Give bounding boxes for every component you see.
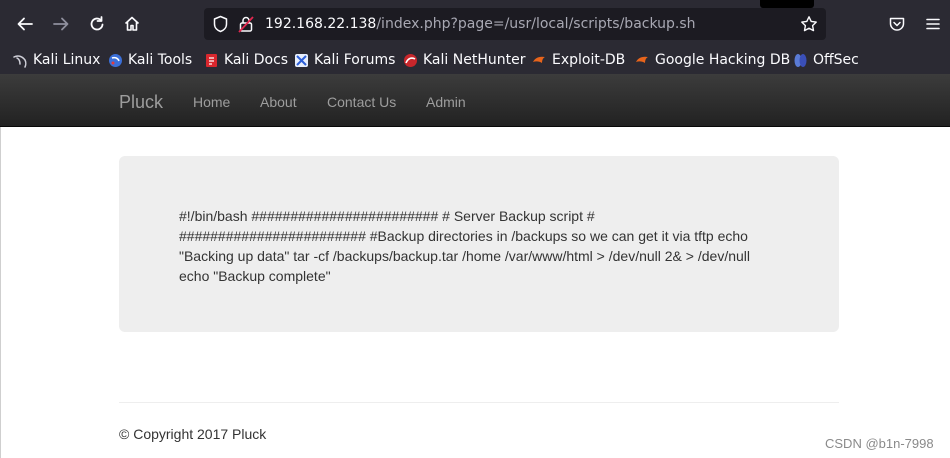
home-icon[interactable]	[120, 12, 144, 36]
bookmark-label: Exploit-DB	[552, 52, 626, 68]
script-line: echo "Backup complete"	[179, 268, 331, 284]
star-icon[interactable]	[800, 15, 818, 38]
exploitdb-icon	[533, 56, 545, 63]
footer-copyright: © Copyright 2017 Pluck	[119, 426, 267, 442]
site-navbar: Pluck Home About Contact Us Admin	[0, 74, 950, 127]
pocket-icon[interactable]	[885, 12, 909, 36]
script-line: #!/bin/bash ######################## # S…	[179, 208, 595, 224]
bookmark-label: Kali Tools	[128, 52, 193, 68]
content-well: #!/bin/bash ######################## # S…	[119, 156, 839, 332]
reload-icon[interactable]	[85, 12, 109, 36]
bookmark-label: Kali Docs	[224, 52, 289, 68]
included-file-content: #!/bin/bash ######################## # S…	[179, 206, 769, 286]
kali-dragon-icon	[13, 54, 27, 68]
nav-about[interactable]: About	[260, 94, 297, 110]
bookmark-kali-nethunter[interactable]: Kali NetHunter	[403, 51, 525, 69]
lock-icon[interactable]	[238, 15, 254, 38]
watermark: CSDN @b1n-7998	[825, 436, 934, 451]
window-notch	[760, 0, 814, 8]
bookmark-offsec[interactable]: OffSec	[793, 51, 859, 69]
url-bar[interactable]: 192.168.22.138/index.php?page=/usr/local…	[204, 8, 826, 40]
forward-icon[interactable]	[49, 12, 73, 36]
bookmark-label: Google Hacking DB	[655, 52, 791, 68]
site-brand[interactable]: Pluck	[119, 92, 163, 113]
kali-docs-icon	[206, 53, 217, 67]
browser-toolbar: 192.168.22.138/index.php?page=/usr/local…	[0, 0, 950, 46]
nav-admin[interactable]: Admin	[426, 94, 466, 110]
menu-icon[interactable]	[921, 12, 945, 36]
bookmark-label: Kali Linux	[33, 52, 101, 68]
kali-tools-icon	[109, 53, 122, 67]
bookmark-label: Kali NetHunter	[423, 52, 526, 68]
ghdb-icon	[636, 56, 648, 63]
bookmark-kali-tools[interactable]: Kali Tools	[108, 51, 192, 69]
shield-icon[interactable]	[212, 15, 229, 38]
nethunter-icon	[404, 53, 417, 67]
bookmark-google-hacking-db[interactable]: Google Hacking DB	[635, 51, 790, 69]
nav-contact-us[interactable]: Contact Us	[327, 94, 396, 110]
offsec-icon	[794, 53, 807, 67]
url-path: /index.php?page=/usr/local/scripts/backu…	[376, 16, 696, 32]
bookmark-kali-linux[interactable]: Kali Linux	[13, 51, 100, 69]
window-edge	[0, 127, 1, 458]
kali-forums-icon	[295, 53, 308, 67]
back-icon[interactable]	[13, 12, 37, 36]
script-line: ######################## #Backup directo…	[179, 228, 748, 244]
bookmark-kali-forums[interactable]: Kali Forums	[294, 51, 395, 69]
bookmark-label: OffSec	[813, 52, 859, 68]
footer-divider	[119, 402, 839, 403]
bookmark-label: Kali Forums	[314, 52, 396, 68]
url-text[interactable]: 192.168.22.138/index.php?page=/usr/local…	[265, 16, 696, 32]
url-host: 192.168.22.138	[265, 16, 377, 32]
bookmark-exploit-db[interactable]: Exploit-DB	[532, 51, 625, 69]
script-line: "Backing up data" tar -cf /backups/backu…	[179, 248, 750, 264]
nav-home[interactable]: Home	[193, 94, 230, 110]
bookmarks-toolbar: Kali Linux Kali Tools Kali Docs Kali For…	[0, 46, 950, 74]
bookmark-kali-docs[interactable]: Kali Docs	[204, 51, 288, 69]
